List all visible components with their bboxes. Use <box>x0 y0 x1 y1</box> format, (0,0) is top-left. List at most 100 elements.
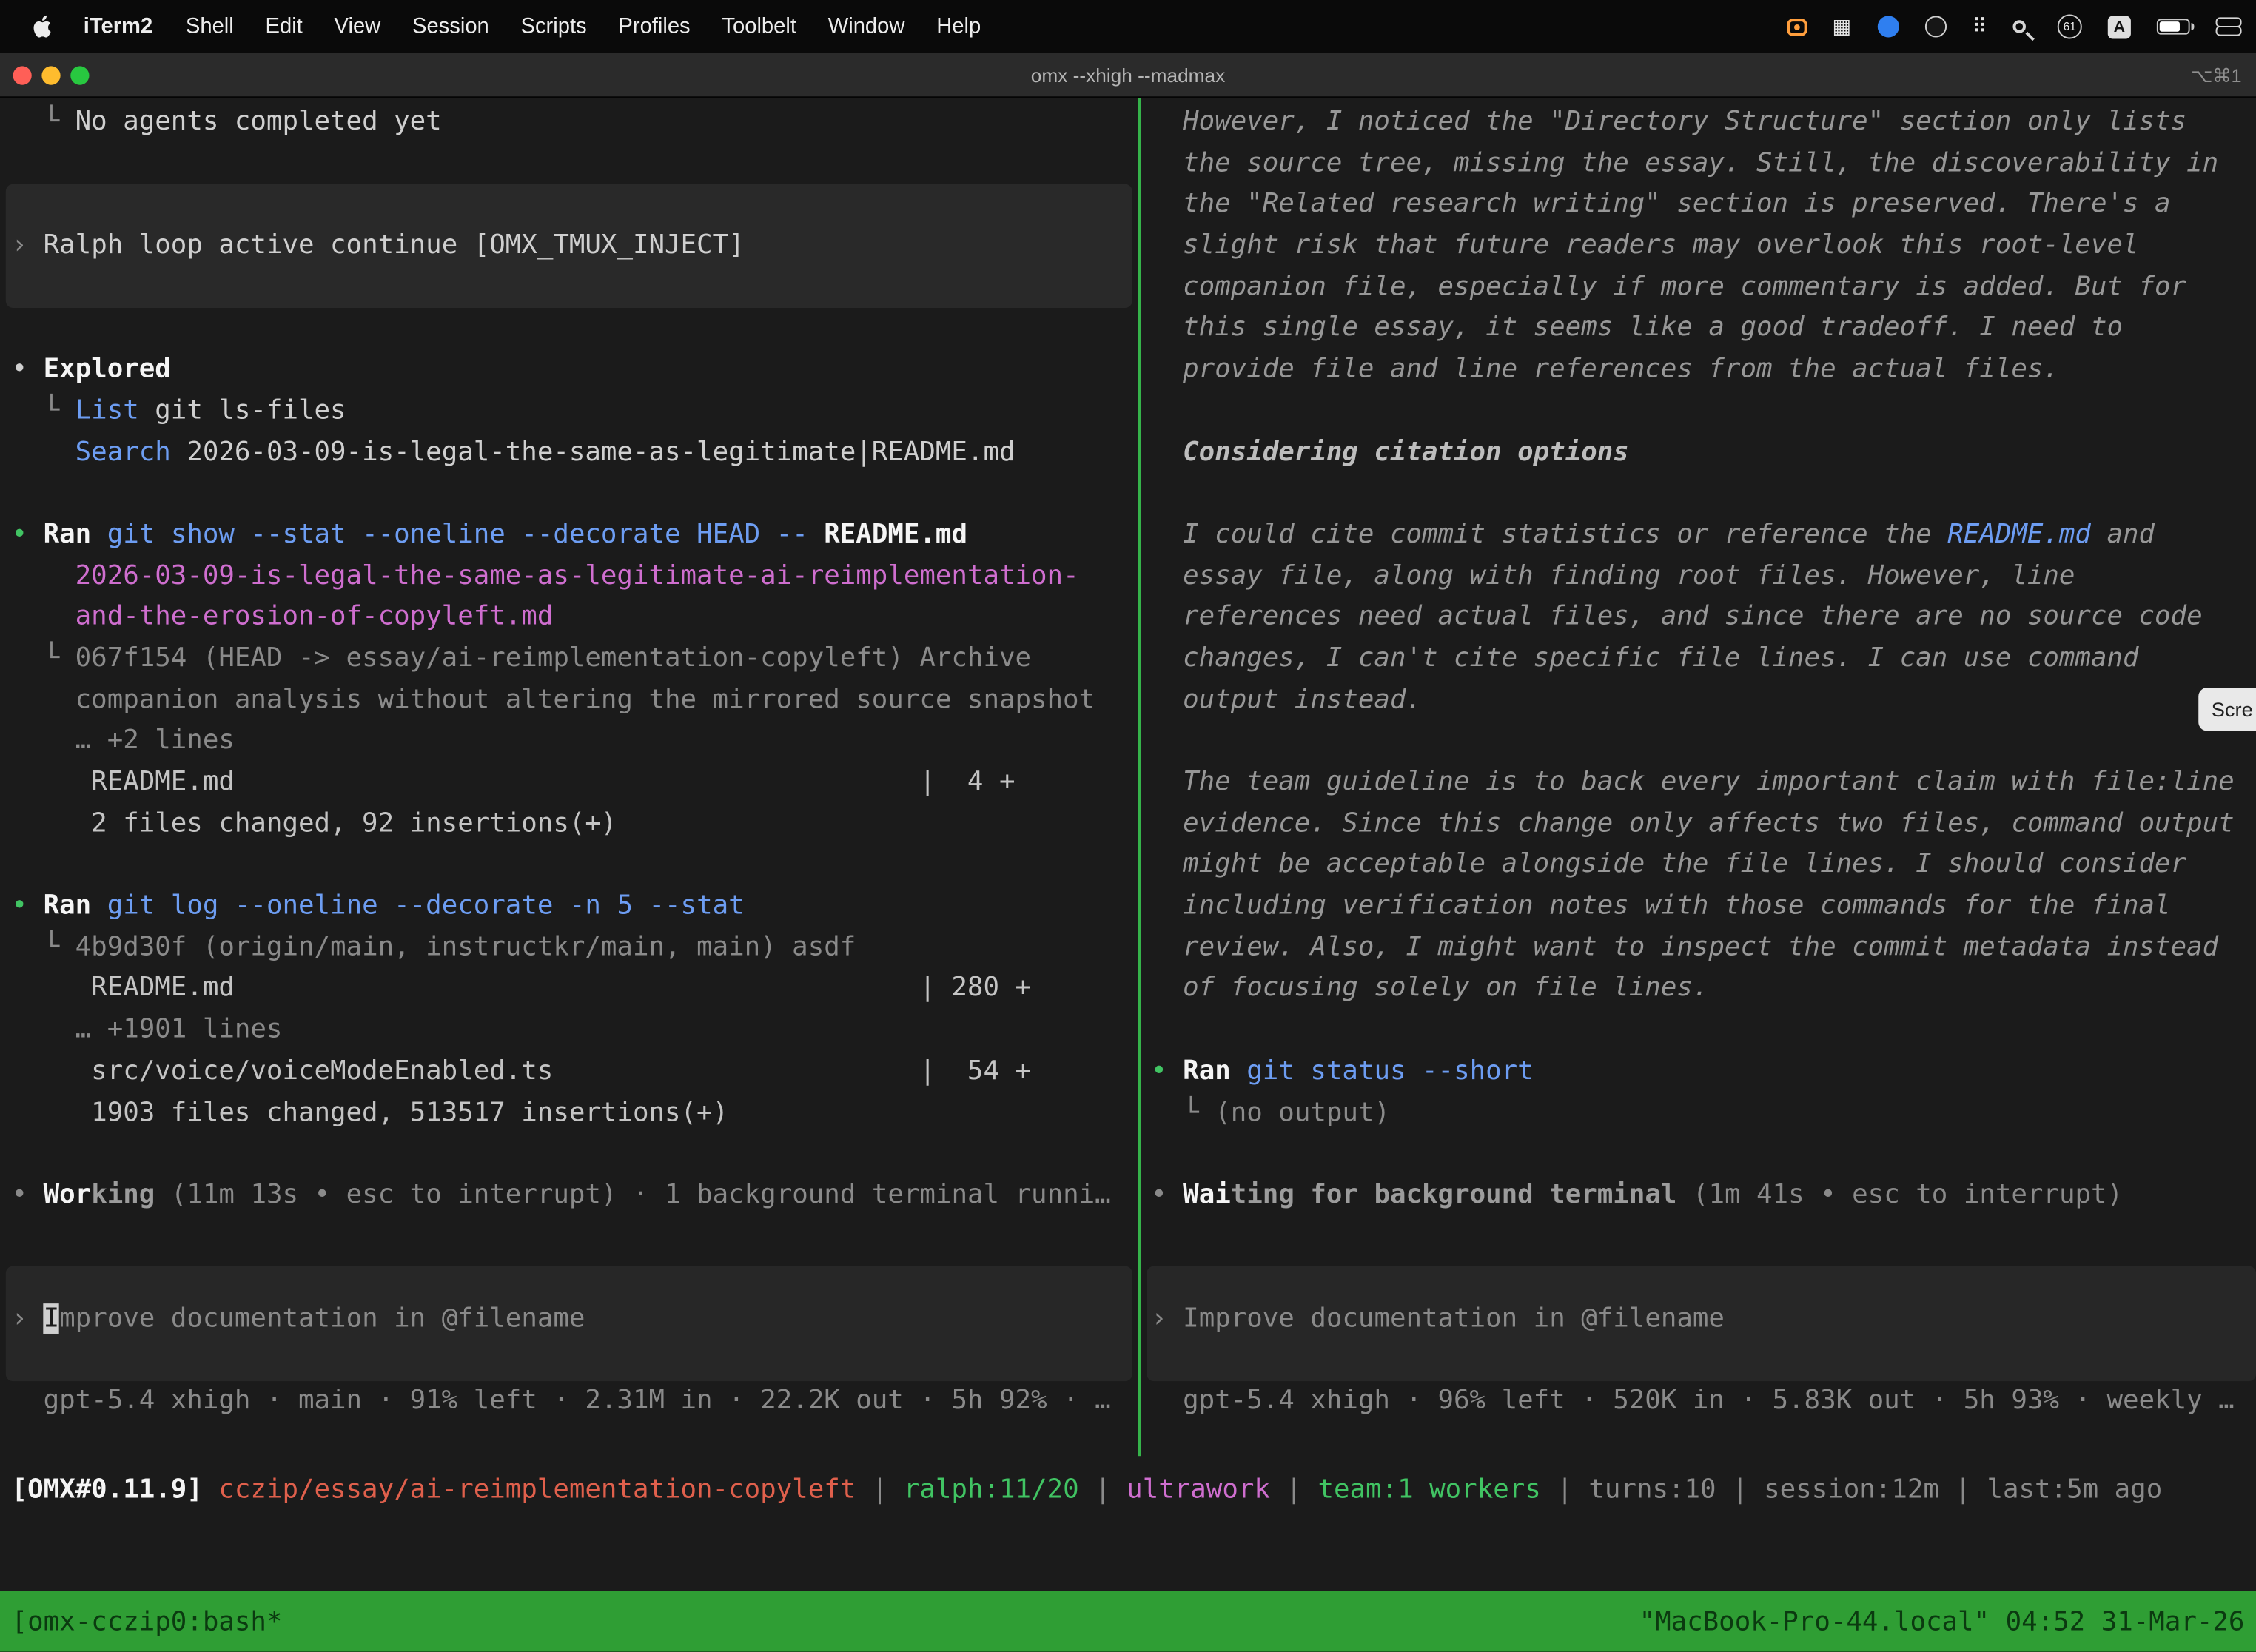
terminal-line: • Waiting for background terminal (1m 41… <box>1151 1175 2256 1217</box>
text-segment: (1m 41s • esc to interrupt) <box>1676 1180 2123 1210</box>
menu-session[interactable]: Session <box>397 14 506 38</box>
text-segment: evidence. Since this change only affects… <box>1151 808 2235 839</box>
text-segment: references need actual files, and since … <box>1151 602 2203 632</box>
text-segment: However, I noticed the "Directory Struct… <box>1151 107 2186 137</box>
text-segment: review. Also, I might want to inspect th… <box>1151 932 2218 962</box>
apple-logo-icon <box>32 14 52 38</box>
tmux-status-bar: [omx-cczip0:bash* "MacBook-Pro-44.local"… <box>0 1591 2256 1652</box>
terminal-line <box>12 1134 1138 1175</box>
terminal-line: • Working (11m 13s • esc to interrupt) ·… <box>12 1175 1138 1217</box>
terminal-line: slight risk that future readers may over… <box>1151 226 2256 267</box>
terminal-line: [OMX#0.11.9] cczip/essay/ai-reimplementa… <box>12 1471 2256 1512</box>
text-segment: and-the-erosion-of-copyleft.md <box>75 602 554 632</box>
menu-view[interactable]: View <box>318 14 396 38</box>
thinking-heading: Considering citation options <box>1151 437 1629 467</box>
text-segment: output instead. <box>1151 685 1422 715</box>
terminal-line: … +2 lines <box>12 721 1138 762</box>
session-duration: session:12m <box>1764 1474 1939 1505</box>
menu-window[interactable]: Window <box>812 14 920 38</box>
terminal-line: … +1901 lines <box>12 1010 1138 1052</box>
terminal-line: gpt-5.4 xhigh · main · 91% left · 2.31M … <box>12 1382 1138 1423</box>
text-segment: • <box>12 890 44 921</box>
terminal-line: review. Also, I might want to inspect th… <box>1151 927 2256 969</box>
terminal-line <box>1151 391 2256 432</box>
text-segment: Search <box>75 437 171 467</box>
text-segment: (11m 13s • esc to interrupt) · 1 backgro… <box>155 1180 1110 1210</box>
text-segment: 2026-03-09-is-legal-the-same-as-legitima… <box>75 560 1079 591</box>
text-segment: Ralph loop active continue [OMX_TMUX_INJ… <box>44 230 745 261</box>
text-segment: 2 files changed, 92 insertions(+) <box>12 808 617 839</box>
menu-scripts[interactable]: Scripts <box>505 14 602 38</box>
terminal-line: evidence. Since this change only affects… <box>1151 804 2256 845</box>
dark-app-icon[interactable] <box>1924 16 1946 37</box>
text-segment: Explored <box>44 354 171 384</box>
terminal-line <box>12 845 1138 887</box>
text-segment: | <box>1716 1474 1765 1505</box>
terminal-line <box>12 1258 1138 1299</box>
text-segment: | <box>1270 1474 1318 1505</box>
text-segment: 2026-03-09-is-legal-the-same-as-legitima… <box>171 437 1015 467</box>
terminal-line: Search 2026-03-09-is-legal-the-same-as-l… <box>12 432 1138 474</box>
menu-toolbelt[interactable]: Toolbelt <box>706 14 812 38</box>
keyboard-grid-icon[interactable]: ▦ <box>1833 16 1852 36</box>
text-segment: … +2 lines <box>12 725 235 756</box>
apple-menu[interactable] <box>17 14 66 38</box>
menu-edit[interactable]: Edit <box>249 14 318 38</box>
terminal-line: README.md | 280 + <box>12 969 1138 1010</box>
text-segment: | <box>1079 1474 1127 1505</box>
text-segment <box>12 437 75 467</box>
left-terminal-pane[interactable]: └ No agents completed yet› Ralph loop ac… <box>0 102 1138 1423</box>
terminal-line <box>1151 1134 2256 1175</box>
text-segment: • <box>1151 1180 1183 1210</box>
terminal-line <box>12 309 1138 350</box>
text-segment: might be acceptable alongside the file l… <box>1151 850 2186 880</box>
battery-icon[interactable] <box>2157 19 2190 34</box>
prompt-chevron: › <box>12 1303 44 1334</box>
screen: iTerm2 Shell Edit View Session Scripts P… <box>0 0 2256 1652</box>
text-segment: the source tree, missing the essay. Stil… <box>1151 148 2218 178</box>
window-title-bar[interactable]: omx --xhigh --madmax ⌥⌘1 <box>0 53 2256 98</box>
terminal-line <box>1151 721 2256 762</box>
text-segment: and <box>2091 519 2155 549</box>
terminal-line: • Explored <box>12 350 1138 392</box>
text-segment: git show --stat --oneline --decorate HEA… <box>107 519 825 549</box>
key-icon[interactable] <box>2010 18 2029 36</box>
terminal-line: └ (no output) <box>1151 1092 2256 1134</box>
tmux-session-window[interactable]: [omx-cczip0:bash* <box>12 1606 283 1636</box>
terminal-line: the "Related research writing" section i… <box>1151 185 2256 226</box>
terminal-line <box>12 144 1138 185</box>
terminal-line <box>12 474 1138 515</box>
text-segment: Ran <box>44 519 92 549</box>
tmux-host-clock: "MacBook-Pro-44.local" 04:52 31-Mar-26 <box>1639 1606 2245 1636</box>
menu-app-name[interactable]: iTerm2 <box>66 14 169 38</box>
terminal-line: the source tree, missing the essay. Stil… <box>1151 144 2256 185</box>
menu-help[interactable]: Help <box>921 14 997 38</box>
terminal-line: The team guideline is to back every impo… <box>1151 762 2256 804</box>
terminal-line: • Ran git log --oneline --decorate -n 5 … <box>12 887 1138 928</box>
launchpad-dots-icon[interactable]: ⠿ <box>1973 16 1987 36</box>
terminal-line: └ List git ls-files <box>12 391 1138 432</box>
terminal-line: › Improve documentation in @filename <box>12 1299 1138 1340</box>
terminal-window: └ No agents completed yet› Ralph loop ac… <box>0 98 2256 1591</box>
menu-shell[interactable]: Shell <box>170 14 250 38</box>
terminal-line: including verification notes with those … <box>1151 887 2256 928</box>
control-center-icon[interactable] <box>2216 17 2239 36</box>
menu-profiles[interactable]: Profiles <box>602 14 706 38</box>
blue-app-icon[interactable] <box>1877 16 1899 37</box>
macos-menu-bar: iTerm2 Shell Edit View Session Scripts P… <box>0 0 2256 53</box>
right-terminal-pane[interactable]: However, I noticed the "Directory Struct… <box>1141 102 2256 1423</box>
screen-share-overlay-button[interactable]: Scre <box>2198 688 2256 731</box>
menu-bar-status-tray: ▦ ⠿ 61 A <box>1786 14 2238 38</box>
input-source-icon[interactable]: A <box>2108 15 2131 38</box>
text-segment: git status --short <box>1246 1055 1533 1086</box>
terminal-line: 2026-03-09-is-legal-the-same-as-legitima… <box>12 556 1138 597</box>
text-segment: git log --oneline --decorate -n 5 --stat <box>107 890 745 921</box>
text-segment: Wor <box>44 1180 92 1210</box>
text-segment: | <box>856 1474 904 1505</box>
terminal-line: changes, I can't cite specific file line… <box>1151 639 2256 680</box>
gauge-icon[interactable]: 61 <box>2058 14 2082 38</box>
text-segment: of focusing solely on file lines. <box>1151 973 1708 1004</box>
text-segment: README.md | 280 + <box>12 973 1031 1004</box>
window-shortcut-hint: ⌥⌘1 <box>2191 53 2241 98</box>
screen-recording-icon[interactable] <box>1786 18 1806 35</box>
